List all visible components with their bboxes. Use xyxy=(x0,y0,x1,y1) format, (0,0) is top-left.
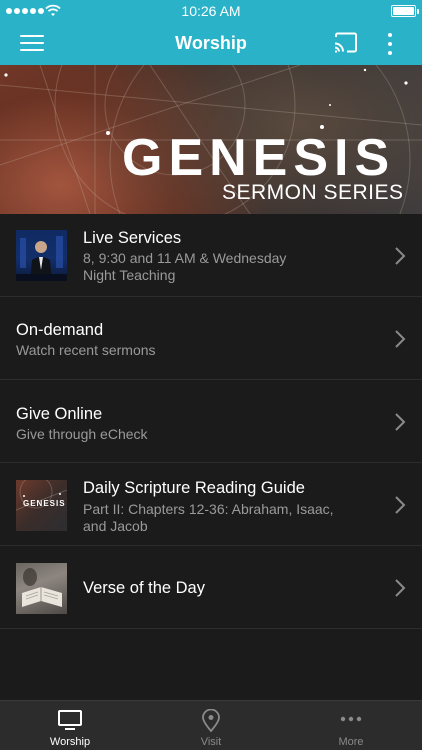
list-item-title: Live Services xyxy=(83,229,182,247)
list-item-on-demand[interactable]: On-demand Watch recent sermons xyxy=(0,297,422,380)
list-item-subtitle: Part II: Chapters 12-36: Abraham, Isaac, xyxy=(83,501,334,517)
tab-worship[interactable]: Worship xyxy=(0,701,140,750)
chevron-right-icon xyxy=(395,579,406,597)
list-item-title: Give Online xyxy=(16,405,103,423)
daily-scripture-thumbnail: GENESIS xyxy=(16,480,67,531)
tab-label: More xyxy=(338,736,364,748)
status-time: 10:26 AM xyxy=(181,3,241,19)
list-item-subtitle: 8, 9:30 and 11 AM & Wednesday xyxy=(83,250,287,266)
battery-icon xyxy=(391,5,419,17)
more-options-icon[interactable] xyxy=(380,31,400,57)
cast-icon[interactable] xyxy=(333,31,359,55)
tab-more[interactable]: More xyxy=(281,701,421,750)
list-item-give-online[interactable]: Give Online Give through eCheck xyxy=(0,380,422,463)
status-bar: 10:26 AM xyxy=(0,0,422,22)
list-item-subtitle: Give through eCheck xyxy=(16,426,148,442)
chevron-right-icon xyxy=(395,330,406,348)
tab-visit[interactable]: Visit xyxy=(141,701,281,750)
list-item-verse-of-the-day[interactable]: Verse of the Day xyxy=(0,546,422,629)
banner-subtitle: SERMON SERIES xyxy=(222,181,404,204)
chevron-right-icon xyxy=(395,247,406,265)
ellipsis-icon xyxy=(340,716,362,722)
list-item-title: On-demand xyxy=(16,321,104,339)
list-item-subtitle: Night Teaching xyxy=(83,267,176,283)
list-item-title: Daily Scripture Reading Guide xyxy=(83,479,305,497)
bottom-tab-bar: Worship Visit More xyxy=(0,700,422,750)
list-item-subtitle: and Jacob xyxy=(83,518,148,534)
tv-icon xyxy=(58,710,82,730)
chevron-right-icon xyxy=(395,496,406,514)
tab-label: Visit xyxy=(200,736,222,748)
list-item-subtitle: Watch recent sermons xyxy=(16,342,156,358)
verse-of-the-day-thumbnail xyxy=(16,563,67,614)
navigation-bar: Worship xyxy=(0,22,422,65)
tab-label: Worship xyxy=(49,736,91,748)
thumbnail-text: GENESIS xyxy=(23,499,66,508)
list-item-title: Verse of the Day xyxy=(83,579,205,597)
banner-title: GENESIS xyxy=(122,129,396,187)
live-services-thumbnail xyxy=(16,230,67,281)
location-pin-icon xyxy=(202,709,220,733)
list-item-daily-scripture[interactable]: GENESIS Daily Scripture Reading Guide Pa… xyxy=(0,463,422,546)
list-item-live-services[interactable]: Live Services 8, 9:30 and 11 AM & Wednes… xyxy=(0,214,422,297)
chevron-right-icon xyxy=(395,413,406,431)
